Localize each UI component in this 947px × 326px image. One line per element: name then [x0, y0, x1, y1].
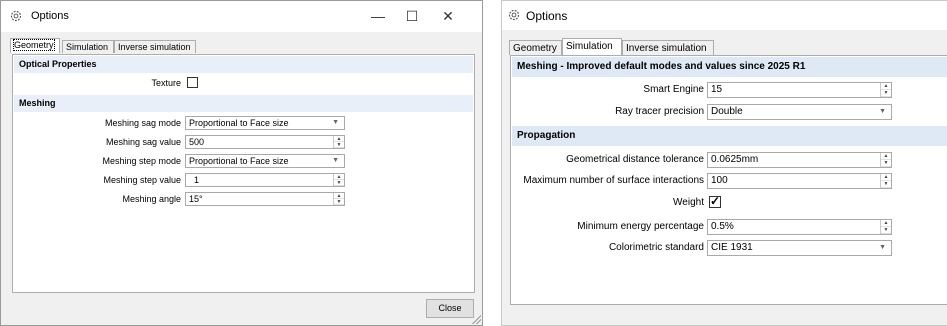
tab-simulation[interactable]: Simulation — [62, 40, 114, 53]
window-title: Options — [31, 10, 69, 22]
section-meshing-improved: Meshing - Improved default modes and val… — [512, 57, 947, 77]
close-button[interactable]: Close — [426, 299, 474, 318]
window-title: Options — [526, 9, 568, 23]
sag-value-input[interactable]: 500 ▲ ▼ — [185, 135, 345, 149]
spin-buttons[interactable]: ▲ ▼ — [880, 153, 891, 167]
weight-label: Weight — [673, 197, 704, 208]
ray-precision-select[interactable]: Double ▼ — [707, 104, 892, 120]
spin-buttons[interactable]: ▲ ▼ — [880, 83, 891, 97]
step-value-input[interactable]: 1 ▲ ▼ — [185, 173, 345, 187]
section-meshing: Meshing — [14, 95, 473, 112]
smart-engine-input[interactable]: 15 ▲ ▼ — [707, 82, 892, 98]
section-propagation: Propagation — [512, 126, 947, 146]
max-interactions-label: Maximum number of surface interactions — [523, 175, 704, 186]
resize-grip-icon[interactable] — [471, 314, 481, 324]
chevron-down-icon: ▼ — [879, 244, 886, 251]
ray-precision-label: Ray tracer precision — [615, 106, 704, 117]
minimize-button[interactable]: — — [368, 7, 388, 25]
spin-buttons[interactable]: ▲ ▼ — [333, 174, 344, 186]
tab-geometry[interactable]: Geometry — [10, 38, 60, 53]
section-optical-properties: Optical Properties — [14, 56, 473, 73]
close-window-button[interactable]: ✕ — [438, 7, 458, 25]
sag-mode-label: Meshing sag mode — [104, 118, 181, 128]
texture-checkbox[interactable] — [187, 77, 198, 88]
spin-buttons[interactable]: ▲ ▼ — [880, 220, 891, 234]
min-energy-label: Minimum energy percentage — [577, 221, 704, 232]
meshing-angle-label: Meshing angle — [122, 194, 181, 204]
options-dialog-simulation: Options Geometry Simulation Inverse simu… — [501, 0, 947, 326]
geo-tolerance-input[interactable]: 0.0625mm ▲ ▼ — [707, 152, 892, 168]
chevron-down-icon: ▼ — [879, 108, 886, 115]
sag-mode-select[interactable]: Proportional to Face size ▼ — [185, 116, 345, 130]
options-dialog-geometry: Options — ☐ ✕ Geometry Simulation Invers… — [0, 0, 483, 326]
geo-tolerance-label: Geometrical distance tolerance — [566, 154, 704, 165]
gear-icon — [10, 10, 22, 22]
colorimetric-select[interactable]: CIE 1931 ▼ — [707, 240, 892, 256]
tab-inverse-simulation[interactable]: Inverse simulation — [622, 40, 714, 55]
min-energy-input[interactable]: 0.5% ▲ ▼ — [707, 219, 892, 235]
step-mode-label: Meshing step mode — [102, 156, 181, 166]
maximize-button[interactable]: ☐ — [402, 7, 422, 25]
meshing-angle-input[interactable]: 15° ▲ ▼ — [185, 192, 345, 206]
texture-label: Texture — [151, 78, 181, 88]
geometry-panel: Optical Properties Texture Meshing Meshi… — [12, 54, 475, 293]
max-interactions-input[interactable]: 100 ▲ ▼ — [707, 173, 892, 189]
gear-icon — [508, 9, 520, 21]
chevron-down-icon: ▼ — [332, 119, 339, 126]
spin-buttons[interactable]: ▲ ▼ — [333, 193, 344, 205]
title-bar[interactable]: Options — [502, 1, 947, 30]
smart-engine-label: Smart Engine — [643, 84, 704, 95]
simulation-panel: Meshing - Improved default modes and val… — [510, 55, 947, 305]
step-mode-select[interactable]: Proportional to Face size ▼ — [185, 154, 345, 168]
colorimetric-label: Colorimetric standard — [608, 242, 704, 253]
weight-checkbox[interactable] — [709, 194, 721, 208]
sag-value-label: Meshing sag value — [105, 137, 181, 147]
title-bar[interactable]: Options — ☐ ✕ — [1, 1, 482, 32]
tab-inverse-simulation[interactable]: Inverse simulation — [114, 40, 196, 53]
tab-geometry[interactable]: Geometry — [509, 40, 562, 55]
tab-simulation[interactable]: Simulation — [562, 38, 622, 55]
spin-buttons[interactable]: ▲ ▼ — [333, 136, 344, 148]
step-value-label: Meshing step value — [103, 175, 181, 185]
chevron-down-icon: ▼ — [332, 157, 339, 164]
spin-buttons[interactable]: ▲ ▼ — [880, 174, 891, 188]
